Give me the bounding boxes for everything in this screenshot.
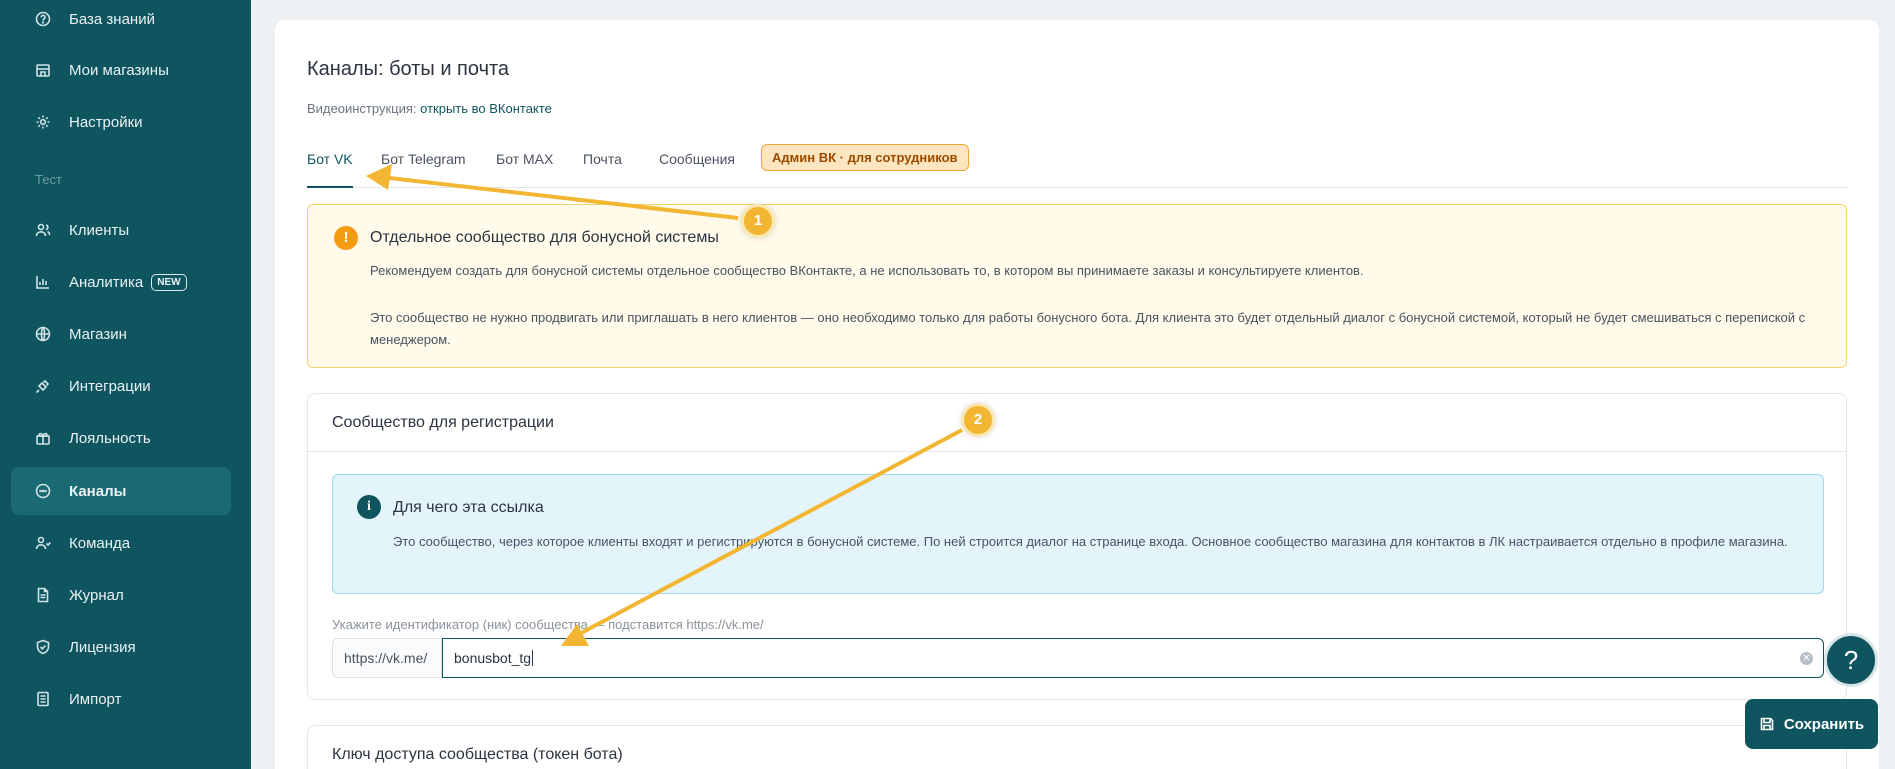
video-instruction: Видеоинструкция: открыть во ВКонтакте: [307, 101, 552, 116]
warning-alert: ! Отдельное сообщество для бонусной сист…: [307, 204, 1847, 368]
sidebar-section-test: Тест: [11, 155, 231, 203]
main-card: Каналы: боты и почта Видеоинструкция: от…: [275, 20, 1879, 769]
save-button-label: Сохранить: [1783, 715, 1865, 733]
tab-messages[interactable]: Сообщения: [659, 148, 735, 188]
sidebar-item-label: Аналитика: [69, 273, 144, 291]
page-title: Каналы: боты и почта: [307, 58, 510, 80]
sidebar-item-label: Лояльность: [69, 429, 151, 447]
sidebar-item-label: Лицензия: [69, 638, 136, 656]
sidebar-item-integrations[interactable]: Интеграции: [11, 362, 231, 410]
store-icon: [35, 62, 51, 78]
sidebar-section-label: Тест: [35, 171, 62, 187]
info-alert: i Для чего эта ссылка Это сообщество, че…: [332, 474, 1824, 594]
sidebar-item-my-stores[interactable]: Мои магазины: [11, 46, 231, 94]
tab-bot-max[interactable]: Бот MAX: [496, 148, 553, 188]
warning-title: Отдельное сообщество для бонусной систем…: [370, 229, 719, 246]
sidebar-item-label: Настройки: [69, 113, 143, 131]
bar-chart-icon: [35, 274, 51, 290]
annotation-marker-1: 1: [741, 204, 775, 238]
users-icon: [35, 222, 51, 238]
document-icon: [35, 587, 51, 603]
sidebar-item-knowledge-base[interactable]: База знаний: [11, 0, 231, 43]
warning-text-1: Рекомендуем создать для бонусной системы…: [370, 263, 1364, 278]
shield-icon: [35, 639, 51, 655]
registration-community-section: Сообщество для регистрации i Для чего эт…: [307, 393, 1847, 700]
sidebar-item-label: Каналы: [69, 482, 127, 500]
annotation-marker-2: 2: [961, 403, 995, 437]
tab-bot-vk[interactable]: Бот VK: [307, 148, 353, 188]
clear-icon[interactable]: ✕: [1800, 652, 1813, 665]
token-section: Ключ доступа сообщества (токен бота): [307, 725, 1847, 769]
team-icon: [35, 535, 51, 551]
token-section-title: Ключ доступа сообщества (токен бота): [332, 746, 623, 763]
sidebar-item-label: Команда: [69, 534, 131, 552]
sidebar-item-label: Магазин: [69, 325, 127, 343]
help-circle-icon: [35, 11, 51, 27]
sidebar-item-clients[interactable]: Клиенты: [11, 206, 231, 254]
sidebar-item-label: Журнал: [69, 586, 124, 604]
gift-icon: [35, 430, 51, 446]
globe-icon: [35, 326, 51, 342]
section-title: Сообщество для регистрации: [332, 414, 554, 431]
sidebar-item-team[interactable]: Команда: [11, 519, 231, 567]
warning-text-2: Это сообщество не нужно продвигать или п…: [370, 310, 1806, 347]
sidebar-item-channels[interactable]: Каналы: [11, 467, 231, 515]
gear-icon: [35, 114, 51, 130]
sidebar-item-import[interactable]: Импорт: [11, 675, 231, 723]
sidebar-item-loyalty[interactable]: Лояльность: [11, 414, 231, 462]
save-button[interactable]: Сохранить: [1745, 699, 1878, 749]
sidebar-item-journal[interactable]: Журнал: [11, 571, 231, 619]
sidebar-item-label: Клиенты: [69, 221, 130, 239]
chat-icon: [35, 483, 51, 499]
tab-bot-telegram[interactable]: Бот Telegram: [381, 148, 466, 188]
sidebar-item-label: База знаний: [69, 10, 155, 28]
community-nick-label: Укажите идентификатор (ник) сообщества —…: [332, 617, 764, 632]
video-instruction-label: Видеоинструкция:: [307, 101, 417, 116]
tab-mail[interactable]: Почта: [583, 148, 622, 188]
community-nick-value: bonusbot_tg: [454, 650, 532, 666]
plug-icon: [35, 378, 51, 394]
video-instruction-link[interactable]: открыть во ВКонтакте: [420, 101, 552, 116]
community-nick-input[interactable]: bonusbot_tg ✕: [442, 638, 1824, 678]
new-badge: NEW: [151, 273, 187, 291]
sidebar-item-settings[interactable]: Настройки: [11, 98, 231, 146]
sidebar-item-store[interactable]: Магазин: [11, 310, 231, 358]
save-icon: [1760, 717, 1774, 731]
sidebar-item-license[interactable]: Лицензия: [11, 623, 231, 671]
sidebar: База знаний Мои магазины Настройки Тест …: [0, 0, 251, 769]
section-header: Сообщество для регистрации: [308, 394, 1846, 452]
import-icon: [35, 691, 51, 707]
sidebar-item-label: Импорт: [69, 690, 122, 708]
info-text: Это сообщество, через которое клиенты вх…: [393, 534, 1788, 549]
help-button[interactable]: ?: [1824, 633, 1878, 687]
tab-admin-vk[interactable]: Админ ВК · для сотрудников: [761, 144, 969, 171]
sidebar-item-label: Интеграции: [69, 377, 151, 395]
exclamation-icon: !: [334, 226, 358, 250]
tab-bar: Бот VK Бот Telegram Бот MAX Почта Сообще…: [307, 144, 1847, 188]
sidebar-item-analytics[interactable]: Аналитика NEW: [11, 258, 231, 306]
url-prefix: https://vk.me/: [332, 638, 442, 678]
info-title: Для чего эта ссылка: [393, 499, 544, 516]
info-icon: i: [357, 495, 381, 519]
sidebar-item-label: Мои магазины: [69, 61, 169, 79]
